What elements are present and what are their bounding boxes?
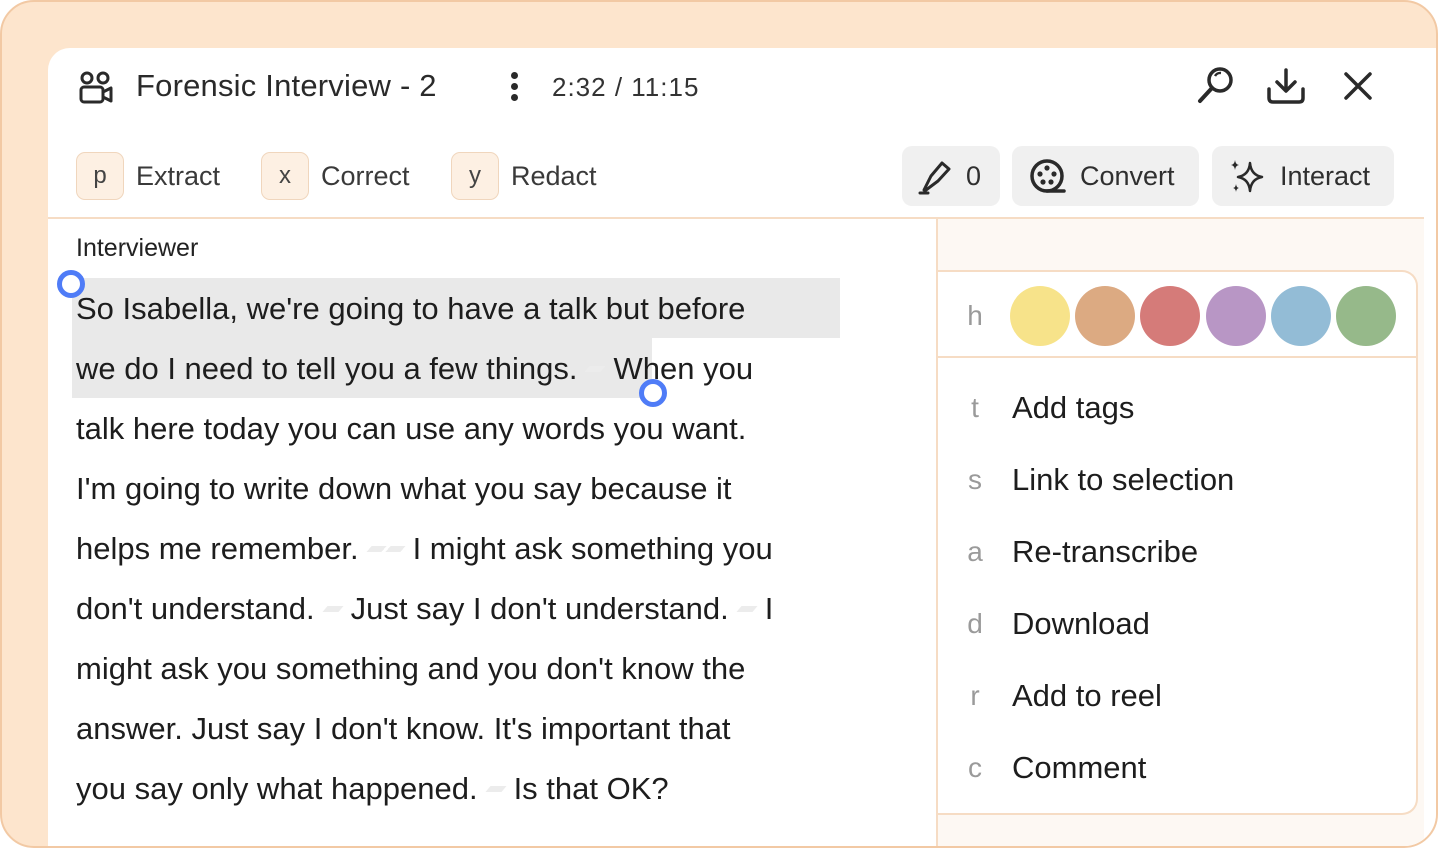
menu-item-re-transcribe[interactable]: a Re-transcribe (938, 522, 1416, 582)
color-swatch-green[interactable] (1336, 286, 1396, 346)
menu-item-label: Add to reel (1012, 678, 1162, 713)
shortcut-key: a (967, 536, 983, 567)
text-segment: you say only what happened. (76, 771, 478, 806)
shortcut-key: p (76, 152, 124, 200)
text-segment: I'm going to write down what you say bec… (76, 471, 732, 506)
shortcut-key: r (970, 680, 980, 711)
menu-item-label: Add tags (1012, 390, 1135, 425)
text-segment: talk here today you can use any words yo… (76, 411, 747, 446)
transcript-line[interactable]: you say only what happened. Is that OK? (76, 759, 773, 819)
pause-marker (366, 546, 406, 553)
interact-label: Interact (1280, 160, 1371, 191)
shortcut-key: x (261, 152, 309, 200)
search-icon[interactable] (1194, 64, 1238, 108)
close-icon[interactable] (1336, 64, 1380, 108)
transcript-window: Forensic Interview - 2 2:32 / 11:15 p Ex… (48, 48, 1436, 846)
highlight-count: 0 (966, 160, 982, 191)
shortcut-key: c (968, 752, 982, 783)
shortcut-key: t (971, 392, 979, 423)
text-segment: we do I need to tell you a few things. (76, 351, 578, 386)
menu-item-label: Comment (1012, 750, 1147, 785)
text-segment: So Isabella, we're going to have a talk … (76, 291, 746, 326)
header: Forensic Interview - 2 2:32 / 11:15 (48, 48, 1436, 128)
pause-marker (584, 366, 607, 373)
app-frame: Forensic Interview - 2 2:32 / 11:15 p Ex… (0, 0, 1438, 848)
menu-item-label: Re-transcribe (1012, 534, 1199, 569)
color-swatch-yellow[interactable] (1010, 286, 1070, 346)
participants-icon (79, 71, 113, 104)
page-title: Forensic Interview - 2 (136, 68, 437, 103)
text-segment: I (764, 591, 774, 626)
color-swatch-blue[interactable] (1271, 286, 1331, 346)
color-swatch-red[interactable] (1140, 286, 1200, 346)
menu-item-label: Link to selection (1012, 462, 1235, 497)
extract-label: Extract (136, 160, 221, 191)
interact-button[interactable]: Interact (1212, 146, 1394, 206)
transcript-text[interactable]: So Isabella, we're going to have a talk … (76, 279, 773, 819)
text-segment: When you (613, 351, 754, 386)
shortcut-key: h (967, 300, 983, 331)
transcript-line[interactable]: answer. Just say I don't know. It's impo… (76, 699, 773, 759)
menu-item-comment[interactable]: c Comment (938, 738, 1416, 798)
color-swatch-purple[interactable] (1206, 286, 1266, 346)
transcript-line[interactable]: don't understand. Just say I don't unders… (76, 579, 773, 639)
text-segment: Just say I don't understand. (350, 591, 729, 626)
menu-item-link-to-selection[interactable]: s Link to selection (938, 450, 1416, 510)
menu-item-label: Download (1012, 606, 1150, 641)
pause-marker (485, 786, 507, 793)
transcript-line[interactable]: So Isabella, we're going to have a talk … (76, 279, 773, 339)
pause-marker (736, 606, 758, 613)
transcript-line[interactable]: helps me remember. I might ask something … (76, 519, 773, 579)
correct-label: Correct (321, 160, 410, 191)
text-segment: don't understand. (76, 591, 315, 626)
selection-start-handle[interactable] (57, 270, 85, 298)
text-segment: answer. Just say I don't know. It's impo… (76, 711, 731, 746)
menu-item-add-to-reel[interactable]: r Add to reel (938, 666, 1416, 726)
toolbar: p Extract x Correct y Redact 0 Convert I… (48, 146, 1436, 208)
extract-button[interactable]: p Extract (76, 152, 220, 200)
redact-label: Redact (511, 160, 597, 191)
film-reel-icon (1030, 159, 1066, 193)
menu-item-add-tags[interactable]: t Add tags (938, 378, 1416, 438)
shortcut-key: d (967, 608, 983, 639)
selection-end-handle[interactable] (639, 379, 667, 407)
speaker-label: Interviewer (76, 234, 199, 262)
transcript-line[interactable]: talk here today you can use any words yo… (76, 399, 773, 459)
sparkle-icon (1231, 160, 1264, 193)
text-segment: helps me remember. (76, 531, 359, 566)
transcript-line[interactable]: I'm going to write down what you say bec… (76, 459, 773, 519)
highlighter-button[interactable]: 0 (902, 146, 1000, 206)
convert-label: Convert (1080, 160, 1175, 191)
text-segment: might ask you something and you don't kn… (76, 651, 746, 686)
pause-marker (322, 606, 344, 613)
playback-time: 2:32 / 11:15 (552, 72, 700, 102)
shortcut-key: y (451, 152, 499, 200)
text-segment: I might ask something you (412, 531, 773, 566)
transcript-pane: Interviewer So Isabella, we're going to … (48, 219, 938, 846)
highlight-color-row: h (938, 272, 1416, 358)
redact-button[interactable]: y Redact (451, 152, 597, 200)
convert-button[interactable]: Convert (1012, 146, 1199, 206)
highlighter-icon (918, 161, 951, 195)
menu-item-download[interactable]: d Download (938, 594, 1416, 654)
text-segment: Is that OK? (513, 771, 669, 806)
download-icon[interactable] (1264, 64, 1308, 108)
transcript-line[interactable]: might ask you something and you don't kn… (76, 639, 773, 699)
correct-button[interactable]: x Correct (261, 152, 410, 200)
color-swatch-tan[interactable] (1075, 286, 1135, 346)
selection-context-menu: h t Add tags s Link to selection a Re-tr… (938, 270, 1418, 815)
transcript-line[interactable]: we do I need to tell you a few things. Wh… (76, 339, 773, 399)
shortcut-key: s (968, 464, 982, 495)
more-options-icon[interactable] (506, 70, 522, 106)
